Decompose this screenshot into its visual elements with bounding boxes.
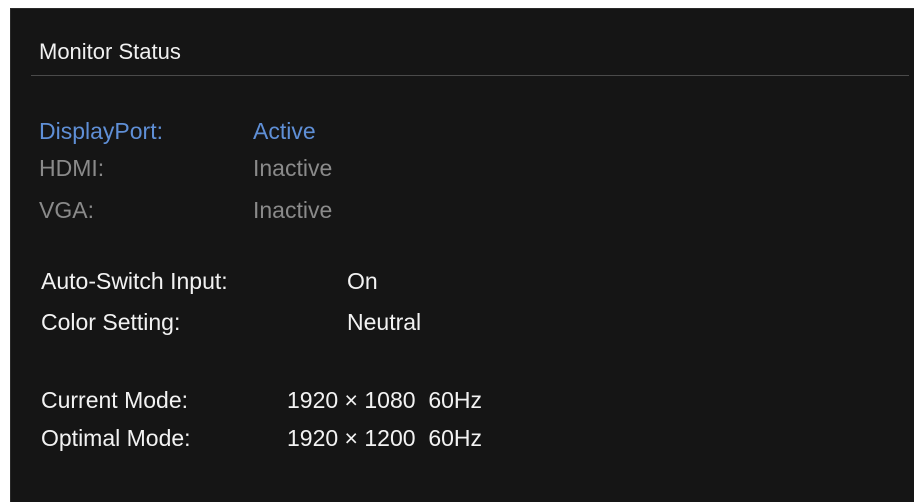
input-label-displayport: DisplayPort:	[39, 118, 163, 144]
input-label-hdmi: HDMI:	[39, 155, 105, 181]
input-label-vga: VGA:	[39, 197, 94, 223]
auto-switch-row: Auto-Switch Input: On	[41, 266, 491, 296]
optimal-mode-row: Optimal Mode: 1920 × 1200 60Hz	[41, 423, 601, 453]
auto-switch-label: Auto-Switch Input:	[41, 268, 228, 294]
current-mode-label: Current Mode:	[41, 387, 189, 413]
color-setting-value: Neutral	[347, 309, 422, 335]
panel-title: Monitor Status	[39, 39, 181, 64]
current-mode-row: Current Mode: 1920 × 1080 60Hz	[41, 385, 601, 415]
optimal-mode-value: 1920 × 1200 60Hz	[287, 425, 483, 451]
current-mode-value: 1920 × 1080 60Hz	[287, 387, 483, 413]
optimal-mode-label: Optimal Mode:	[41, 425, 191, 451]
input-row-displayport: DisplayPort: Active	[39, 116, 439, 146]
input-status-hdmi: Inactive	[253, 155, 333, 181]
color-setting-label: Color Setting:	[41, 309, 181, 335]
monitor-status-panel: Monitor Status DisplayPort: Active HDMI:…	[10, 8, 914, 502]
color-setting-row: Color Setting: Neutral	[41, 307, 491, 337]
title-divider	[31, 75, 909, 76]
input-status-vga: Inactive	[253, 197, 333, 223]
input-row-vga: VGA: Inactive	[39, 195, 439, 225]
input-row-hdmi: HDMI: Inactive	[39, 153, 439, 183]
auto-switch-value: On	[347, 268, 378, 294]
input-status-displayport: Active	[253, 118, 316, 144]
